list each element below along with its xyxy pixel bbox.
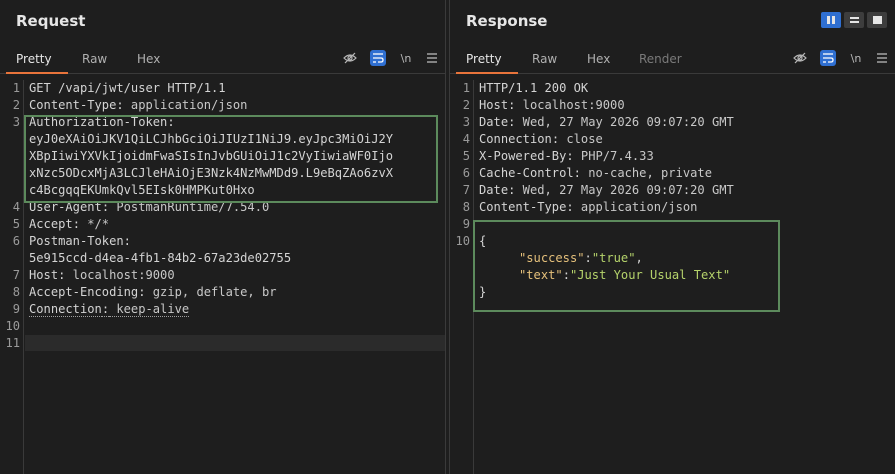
- header-value: */*: [79, 217, 110, 231]
- line-number: 6: [462, 166, 470, 180]
- newline-toggle-button[interactable]: \n: [848, 50, 864, 66]
- header-value: close: [559, 132, 603, 146]
- header-line: Date: Wed, 27 May 2026 09:07:20 GMT: [479, 115, 734, 129]
- header-value: no-cache, private: [580, 166, 712, 180]
- line-number: 7: [462, 183, 470, 197]
- token-highlight-box: [24, 115, 438, 203]
- header-name: Cache-Control: [479, 166, 574, 180]
- split-vertical-button[interactable]: [844, 12, 864, 28]
- header-value: application/json: [573, 200, 698, 214]
- header-name: Accept-Encoding: [29, 285, 139, 299]
- header-value: Wed, 27 May 2026 09:07:20 GMT: [515, 183, 734, 197]
- hide-eye-icon[interactable]: [792, 50, 808, 66]
- layout-toggle-group: [821, 12, 887, 28]
- header-value: application/json: [123, 98, 248, 112]
- tab-pretty[interactable]: Pretty: [466, 52, 502, 66]
- header-value: gzip, deflate, br: [145, 285, 277, 299]
- tab-raw[interactable]: Raw: [82, 52, 107, 66]
- header-value: localhost:9000: [515, 98, 625, 112]
- request-panel: Request Pretty Raw Hex \n 1 GET /vapi/jw…: [0, 0, 446, 474]
- response-panel: Response Pretty Raw Hex Render \n 1 HTTP: [449, 0, 895, 474]
- tab-render[interactable]: Render: [639, 52, 682, 66]
- line-number: 5: [462, 149, 470, 163]
- header-line: X-Powered-By: PHP/7.4.33: [479, 149, 654, 163]
- line-number: 9: [462, 217, 470, 231]
- header-line: Accept-Encoding: gzip, deflate, br: [29, 285, 277, 299]
- line-number: 8: [12, 285, 20, 299]
- line-number: 4: [462, 132, 470, 146]
- json-highlight-box: [473, 220, 780, 312]
- line-number: 3: [12, 115, 20, 129]
- header-name: Connection: [29, 302, 102, 317]
- header-name: X-Powered-By: [479, 149, 567, 163]
- request-editor[interactable]: 1 GET /vapi/jwt/user HTTP/1.1 2 Content-…: [0, 80, 445, 474]
- line-number: 6: [12, 234, 20, 248]
- line-number: 10: [5, 319, 20, 333]
- token-continuation: 5e915ccd-d4ea-4fb1-84b2-67a23de02755: [29, 251, 292, 265]
- header-line: Date: Wed, 27 May 2026 09:07:20 GMT: [479, 183, 734, 197]
- header-value: PHP/7.4.33: [573, 149, 654, 163]
- header-line: Content-Type: application/json: [29, 98, 248, 112]
- line-number: 1: [462, 81, 470, 95]
- header-name: Host: [479, 98, 509, 112]
- line-number: 1: [12, 81, 20, 95]
- tab-hex[interactable]: Hex: [137, 52, 160, 66]
- header-value: Wed, 27 May 2026 09:07:20 GMT: [515, 115, 734, 129]
- header-value: localhost:9000: [65, 268, 175, 282]
- response-tabs: Pretty Raw Hex Render \n: [450, 44, 895, 74]
- request-line: GET /vapi/jwt/user HTTP/1.1: [29, 81, 226, 95]
- header-line: Postman-Token:: [29, 234, 131, 248]
- line-number: 11: [5, 336, 20, 350]
- request-start-line: GET /vapi/jwt/user HTTP/1.1: [29, 81, 226, 95]
- header-name: Accept: [29, 217, 73, 231]
- line-number: 4: [12, 200, 20, 214]
- header-name: Date: [479, 183, 509, 197]
- line-number: 8: [462, 200, 470, 214]
- header-value: keep-alive: [109, 302, 190, 317]
- wrap-lines-icon[interactable]: [370, 50, 386, 66]
- hide-eye-icon[interactable]: [342, 50, 358, 66]
- response-title: Response: [466, 12, 548, 30]
- current-line-highlight: [25, 335, 445, 351]
- header-name: Content-Type: [479, 200, 567, 214]
- request-title: Request: [16, 12, 86, 30]
- request-tabs: Pretty Raw Hex \n: [0, 44, 445, 74]
- line-number: 2: [462, 98, 470, 112]
- line-number: 10: [455, 234, 470, 248]
- tab-hex[interactable]: Hex: [587, 52, 610, 66]
- line-number: 7: [12, 268, 20, 282]
- header-line: Host: localhost:9000: [479, 98, 625, 112]
- active-tab-indicator: [456, 72, 518, 74]
- tab-pretty[interactable]: Pretty: [16, 52, 52, 66]
- status-line: HTTP/1.1 200 OK: [479, 81, 589, 95]
- header-name: Connection: [479, 132, 552, 146]
- hamburger-menu-icon[interactable]: [874, 50, 890, 66]
- line-number: 9: [12, 302, 20, 316]
- tab-raw[interactable]: Raw: [532, 52, 557, 66]
- header-line: Accept: */*: [29, 217, 110, 231]
- header-name: Postman-Token: [29, 234, 124, 248]
- line-number: 3: [462, 115, 470, 129]
- response-editor[interactable]: 1 HTTP/1.1 200 OK 2 Host: localhost:9000…: [450, 80, 895, 474]
- hamburger-menu-icon[interactable]: [424, 50, 440, 66]
- header-line: Connection: keep-alive: [29, 302, 190, 317]
- header-name: Host: [29, 268, 59, 282]
- active-tab-indicator: [6, 72, 68, 74]
- split-horizontal-button[interactable]: [821, 12, 841, 28]
- line-number: 2: [12, 98, 20, 112]
- header-name: Date: [479, 115, 509, 129]
- line-number: 5: [12, 217, 20, 231]
- newline-toggle-button[interactable]: \n: [398, 50, 414, 66]
- header-line: Host: localhost:9000: [29, 268, 175, 282]
- header-name: Content-Type: [29, 98, 117, 112]
- header-line: Cache-Control: no-cache, private: [479, 166, 712, 180]
- header-line: Content-Type: application/json: [479, 200, 698, 214]
- header-line: Connection: close: [479, 132, 603, 146]
- colon: :: [101, 302, 110, 317]
- single-pane-button[interactable]: [867, 12, 887, 28]
- wrap-lines-icon[interactable]: [820, 50, 836, 66]
